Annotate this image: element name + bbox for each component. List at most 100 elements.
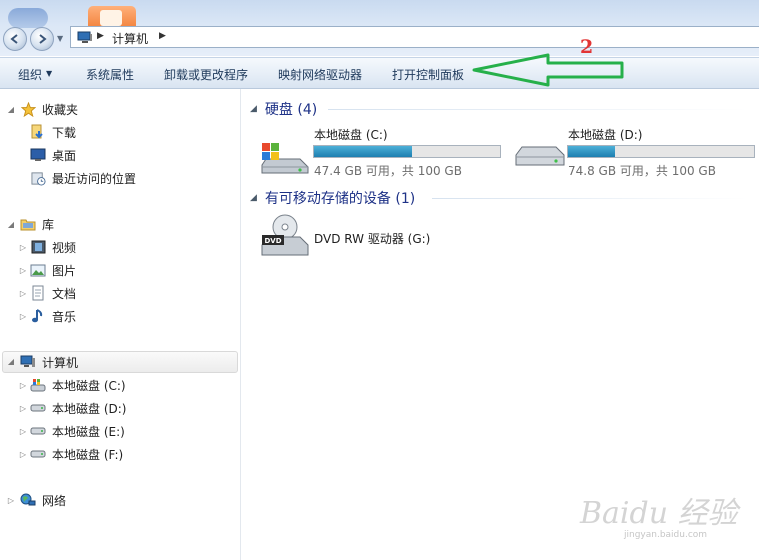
collapse-arrow-icon[interactable]: ◢	[6, 357, 16, 366]
collapse-arrow-icon[interactable]: ◢	[6, 105, 16, 114]
nav-favorites-label: 收藏夹	[42, 102, 79, 117]
nav-item-videos[interactable]: 视频	[30, 237, 76, 257]
expand-arrow-icon[interactable]: ▷	[18, 243, 28, 252]
system-drive-icon	[30, 377, 46, 393]
nav-item-drive-c[interactable]: 本地磁盘 (C:)	[30, 375, 126, 395]
recent-places-icon	[30, 170, 46, 186]
baidu-watermark-url: jingyan.baidu.com	[624, 530, 708, 540]
pictures-icon	[30, 262, 46, 278]
baidu-watermark: Baidu 经验	[580, 496, 738, 531]
library-icon	[20, 216, 36, 232]
desktop-icon	[30, 147, 46, 163]
window-decoration	[8, 8, 48, 28]
uninstall-program-button[interactable]: 卸载或更改程序	[164, 66, 248, 83]
hard-disks-group-header[interactable]: ◢ 硬盘 (4)	[250, 99, 317, 119]
expand-arrow-icon[interactable]: ▷	[18, 450, 28, 459]
breadcrumb-computer[interactable]: 计算机	[112, 30, 148, 47]
command-bar: 组织 ▼ 系统属性 卸载或更改程序 映射网络驱动器 打开控制面板	[0, 57, 759, 89]
nav-item-desktop[interactable]: 桌面	[30, 145, 76, 165]
open-control-panel-button[interactable]: 打开控制面板	[392, 66, 464, 83]
nav-item-label: 桌面	[52, 148, 77, 163]
computer-icon	[20, 354, 36, 370]
music-note-icon	[30, 308, 46, 324]
expand-arrow-icon[interactable]: ▷	[18, 312, 28, 321]
drive-c-space-info: 47.4 GB 可用，共 100 GB	[314, 164, 462, 178]
title-address-bar: ▼ ▶ 计算机 ▶	[0, 0, 759, 56]
chevron-down-icon[interactable]: ▼	[46, 69, 52, 78]
navigation-pane: ◢ 收藏夹 下载 桌面 最近访问的位置 ◢ 库 ▷ 视频 ▷ 图片 ▷ 文档 ▷…	[0, 89, 241, 560]
collapse-arrow-icon[interactable]: ◢	[250, 104, 257, 114]
back-button[interactable]	[3, 27, 27, 51]
nav-item-drive-e[interactable]: 本地磁盘 (E:)	[30, 421, 125, 441]
expand-arrow-icon[interactable]: ▷	[6, 496, 16, 505]
collapse-arrow-icon[interactable]: ◢	[6, 220, 16, 229]
nav-favorites[interactable]: 收藏夹	[20, 99, 78, 119]
network-icon	[20, 492, 36, 508]
nav-item-label: 音乐	[52, 309, 77, 324]
hard-drive-icon	[30, 400, 46, 416]
nav-network-label: 网络	[42, 493, 67, 508]
nav-item-recent-places[interactable]: 最近访问的位置	[30, 168, 136, 188]
nav-item-drive-d[interactable]: 本地磁盘 (D:)	[30, 398, 126, 418]
hard-drive-icon	[514, 143, 566, 174]
nav-item-label: 最近访问的位置	[52, 171, 137, 186]
nav-item-label: 本地磁盘 (D:)	[52, 401, 127, 416]
dvd-drive-icon: DVD	[260, 213, 310, 262]
breadcrumb-chevron-icon[interactable]: ▶	[159, 31, 166, 41]
nav-item-label: 本地磁盘 (F:)	[52, 447, 124, 462]
map-network-drive-button[interactable]: 映射网络驱动器	[278, 66, 362, 83]
expand-arrow-icon[interactable]: ▷	[18, 289, 28, 298]
expand-arrow-icon[interactable]: ▷	[18, 266, 28, 275]
nav-item-pictures[interactable]: 图片	[30, 260, 76, 280]
hard-disks-group-title: 硬盘 (4)	[264, 102, 318, 118]
nav-item-music[interactable]: 音乐	[30, 306, 76, 326]
dvd-badge: DVD	[264, 237, 281, 245]
nav-item-label: 视频	[52, 240, 77, 255]
hard-drive-icon	[30, 423, 46, 439]
nav-computer[interactable]: 计算机	[20, 352, 78, 372]
nav-item-label: 本地磁盘 (E:)	[52, 424, 125, 439]
nav-libraries[interactable]: 库	[20, 214, 54, 234]
drive-c-usage-fill	[314, 146, 412, 157]
video-icon	[30, 239, 46, 255]
documents-icon	[30, 285, 46, 301]
breadcrumb-chevron-icon[interactable]: ▶	[97, 31, 104, 41]
nav-item-drive-f[interactable]: 本地磁盘 (F:)	[30, 444, 123, 464]
drive-d-usage-bar	[567, 145, 755, 158]
address-bar[interactable]: ▶ 计算机 ▶	[70, 26, 759, 48]
star-icon	[20, 101, 36, 117]
drive-c-name: 本地磁盘 (C:)	[314, 128, 388, 142]
annotation-arrow-icon	[472, 53, 624, 87]
nav-libraries-label: 库	[42, 217, 55, 232]
expand-arrow-icon[interactable]: ▷	[18, 381, 28, 390]
arrow-right-icon	[39, 34, 47, 44]
expand-arrow-icon[interactable]: ▷	[18, 404, 28, 413]
group-divider	[328, 109, 748, 110]
nav-item-downloads[interactable]: 下载	[30, 122, 76, 142]
recent-pages-dropdown[interactable]: ▼	[57, 34, 67, 44]
nav-computer-label: 计算机	[42, 355, 79, 370]
group-divider	[432, 198, 748, 199]
system-drive-icon	[260, 141, 310, 180]
removable-group-header[interactable]: ◢ 有可移动存储的设备 (1)	[250, 188, 415, 208]
forward-button[interactable]	[30, 27, 54, 51]
system-properties-button[interactable]: 系统属性	[86, 66, 134, 83]
nav-item-label: 图片	[52, 263, 77, 278]
removable-group-title: 有可移动存储的设备 (1)	[264, 191, 416, 207]
drive-c-usage-bar	[313, 145, 501, 158]
nav-item-label: 下载	[52, 125, 77, 140]
collapse-arrow-icon[interactable]: ◢	[250, 193, 257, 203]
expand-arrow-icon[interactable]: ▷	[18, 427, 28, 436]
hard-drive-icon	[30, 446, 46, 462]
drive-d-usage-fill	[568, 146, 615, 157]
arrow-left-icon	[10, 34, 18, 44]
downloads-folder-icon	[30, 124, 46, 140]
dvd-drive-name: DVD RW 驱动器 (G:)	[314, 232, 431, 246]
annotation-step-number: 2	[580, 36, 594, 58]
drive-d-space-info: 74.8 GB 可用，共 100 GB	[568, 164, 716, 178]
drive-d-name: 本地磁盘 (D:)	[568, 128, 643, 142]
nav-network[interactable]: 网络	[20, 490, 66, 510]
organize-button[interactable]: 组织	[18, 66, 42, 83]
nav-item-documents[interactable]: 文档	[30, 283, 76, 303]
nav-item-label: 本地磁盘 (C:)	[52, 378, 126, 393]
